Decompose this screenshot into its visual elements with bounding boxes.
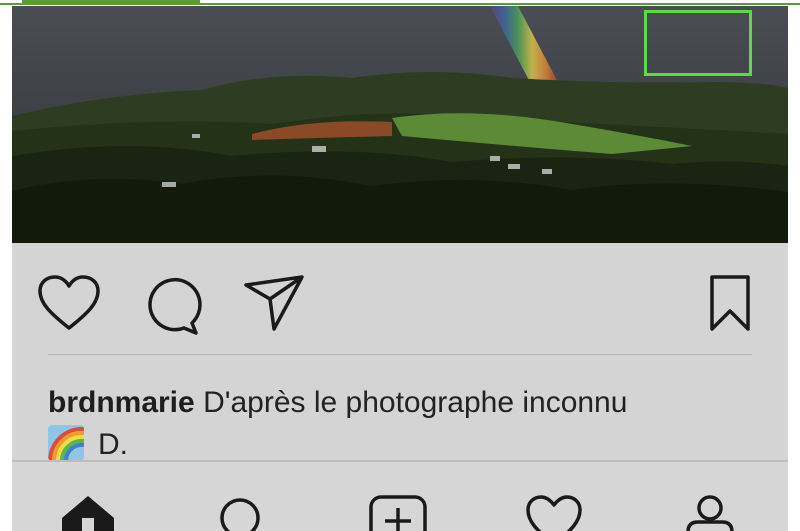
instagram-post: brdnmarie D'après le photographe inconnu…	[12, 6, 788, 531]
comment-bubble-icon[interactable]	[140, 275, 202, 337]
paper-plane-icon[interactable]	[242, 273, 306, 333]
bottom-nav	[12, 460, 788, 531]
post-caption: brdnmarie D'après le photographe inconnu…	[48, 382, 768, 466]
caption-username[interactable]: brdnmarie	[48, 386, 195, 419]
profile-icon[interactable]	[682, 494, 738, 531]
action-bar	[12, 243, 788, 353]
home-icon[interactable]	[60, 494, 116, 531]
search-icon[interactable]	[214, 496, 270, 531]
caption-end: D.	[98, 428, 128, 461]
profile-tab-highlight	[644, 10, 752, 76]
bookmark-icon[interactable]	[708, 273, 752, 333]
new-post-icon[interactable]	[368, 494, 428, 531]
rainbow-emoji	[48, 425, 84, 461]
heart-icon[interactable]	[36, 273, 102, 333]
divider	[48, 354, 752, 355]
top-tab	[22, 0, 200, 5]
caption-text: D'après le photographe inconnu	[203, 386, 628, 419]
activity-heart-icon[interactable]	[524, 494, 584, 531]
